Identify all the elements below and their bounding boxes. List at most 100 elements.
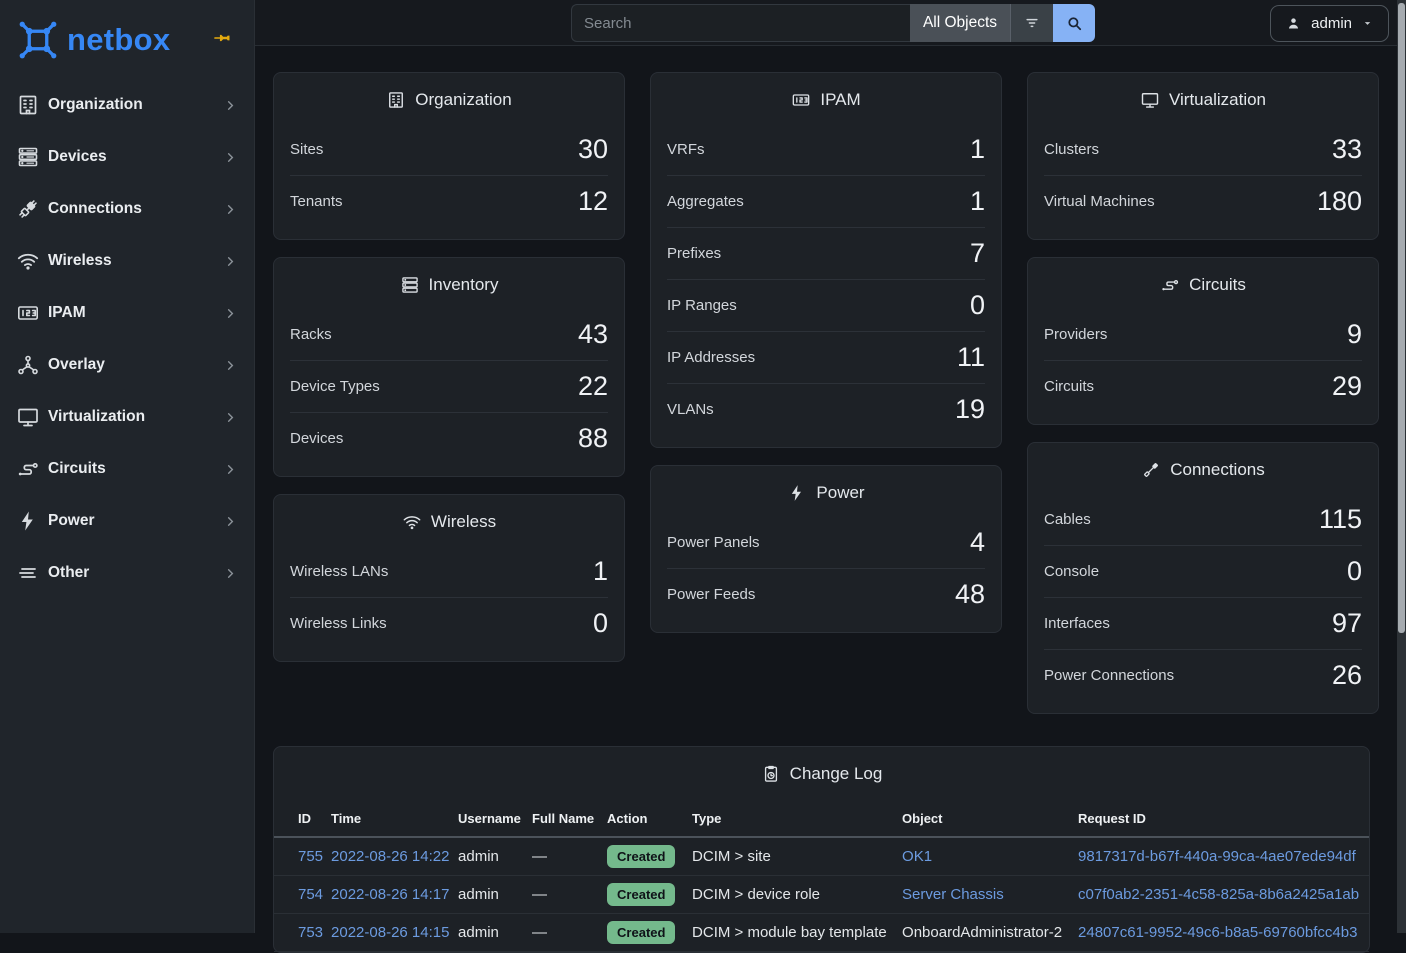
card-title: Circuits <box>1028 258 1378 308</box>
stat-count-link[interactable]: 0 <box>1347 556 1362 587</box>
column-header-id: ID <box>274 801 331 837</box>
stat-row: Devices 88 <box>290 412 608 464</box>
card-power: Power Power Panels 4 Power Feeds 48 <box>650 465 1002 633</box>
chevron-right-icon <box>223 358 238 373</box>
changelog-time-link[interactable]: 2022-08-26 14:17 <box>331 886 449 903</box>
changelog-type: DCIM > device role <box>692 875 902 913</box>
user-menu-label: admin <box>1311 15 1352 32</box>
table-header-row: ID Time Username Full Name Action Type O… <box>274 801 1369 837</box>
status-badge[interactable]: Created <box>607 921 675 944</box>
pin-sidebar-icon[interactable] <box>212 28 232 48</box>
clipboard-clock-icon <box>761 764 781 784</box>
table-row: 755 2022-08-26 14:22 admin — Created DCI… <box>274 837 1369 875</box>
stat-count-link[interactable]: 97 <box>1332 608 1362 639</box>
sidebar-item-devices[interactable]: Devices <box>0 131 254 183</box>
card-column-1: Organization Sites 30 Tenants 12 <box>273 72 625 662</box>
counter-icon <box>791 90 811 110</box>
stat-count-link[interactable]: 9 <box>1347 319 1362 350</box>
sidebar-item-label: Other <box>48 564 89 582</box>
sidebar-item-overlay[interactable]: Overlay <box>0 339 254 391</box>
sidebar-item-label: Circuits <box>48 460 106 478</box>
dashboard: Organization Sites 30 Tenants 12 <box>255 46 1397 953</box>
card-ipam: IPAM VRFs 1 Aggregates 1 Prefixes 7 IP R… <box>650 72 1002 448</box>
sidebar-item-other[interactable]: Other <box>0 547 254 599</box>
card-title: Organization <box>274 73 624 123</box>
lines-icon <box>16 561 40 585</box>
sidebar-item-ipam[interactable]: IPAM <box>0 287 254 339</box>
stat-count-link[interactable]: 29 <box>1332 371 1362 402</box>
stat-count-link[interactable]: 43 <box>578 319 608 350</box>
changelog-fullname: — <box>532 913 607 951</box>
changelog-id-link[interactable]: 755 <box>298 848 323 865</box>
filter-button[interactable] <box>1010 4 1053 42</box>
changelog-object-link[interactable]: OK1 <box>902 848 932 865</box>
chevron-right-icon <box>223 202 238 217</box>
stat-count-link[interactable]: 11 <box>957 342 985 373</box>
stat-row: Interfaces 97 <box>1044 597 1362 649</box>
card-title: Inventory <box>274 258 624 308</box>
sidebar-item-organization[interactable]: Organization <box>0 79 254 131</box>
stat-count-link[interactable]: 1 <box>970 134 985 165</box>
stat-count-link[interactable]: 115 <box>1319 504 1362 535</box>
sidebar-item-wireless[interactable]: Wireless <box>0 235 254 287</box>
stat-count-link[interactable]: 12 <box>578 186 608 217</box>
stat-row: Power Panels 4 <box>667 516 985 568</box>
status-badge[interactable]: Created <box>607 883 675 906</box>
stat-row: Virtual Machines 180 <box>1044 175 1362 227</box>
search-input[interactable] <box>571 4 910 42</box>
stat-row: Wireless LANs 1 <box>290 545 608 597</box>
changelog-request-link[interactable]: 9817317d-b67f-440a-99ca-4ae07ede94df <box>1078 848 1356 865</box>
stat-count-link[interactable]: 4 <box>970 527 985 558</box>
card-title: Wireless <box>274 495 624 545</box>
stat-row: Prefixes 7 <box>667 227 985 279</box>
changelog-object: OnboardAdministrator-2 <box>902 913 1078 951</box>
changelog-type: DCIM > site <box>692 837 902 875</box>
changelog-time-link[interactable]: 2022-08-26 14:15 <box>331 924 449 941</box>
changelog-username: admin <box>458 837 532 875</box>
changelog-request-link[interactable]: 24807c61-9952-49c6-b8a5-69760bfcc4b3 <box>1078 924 1357 941</box>
sidebar-item-connections[interactable]: Connections <box>0 183 254 235</box>
scrollbar-track[interactable] <box>1397 0 1406 933</box>
stat-row: VLANs 19 <box>667 383 985 435</box>
changelog-request-link[interactable]: c07f0ab2-2351-4c58-825a-8b6a2425a1ab <box>1078 886 1359 903</box>
stat-count-link[interactable]: 48 <box>955 579 985 610</box>
person-icon <box>1285 15 1302 32</box>
sidebar-item-circuits[interactable]: Circuits <box>0 443 254 495</box>
stat-row: Sites 30 <box>290 123 608 175</box>
status-badge[interactable]: Created <box>607 845 675 868</box>
netbox-logo-icon[interactable] <box>17 19 59 61</box>
changelog-id-link[interactable]: 754 <box>298 886 323 903</box>
user-menu-button[interactable]: admin <box>1270 5 1389 42</box>
stat-count-link[interactable]: 180 <box>1317 186 1362 217</box>
stat-count-link[interactable]: 0 <box>593 608 608 639</box>
stat-count-link[interactable]: 0 <box>970 290 985 321</box>
search-scope-button[interactable]: All Objects <box>910 4 1010 42</box>
brand-logo-text[interactable]: netbox <box>67 22 170 58</box>
sidebar-item-power[interactable]: Power <box>0 495 254 547</box>
scrollbar-thumb[interactable] <box>1398 3 1405 633</box>
sidebar-item-virtualization[interactable]: Virtualization <box>0 391 254 443</box>
filter-icon <box>1023 14 1041 32</box>
global-search: All Objects <box>571 4 1095 42</box>
stat-row: Providers 9 <box>1044 308 1362 360</box>
stat-count-link[interactable]: 30 <box>578 134 608 165</box>
changelog-object-link[interactable]: Server Chassis <box>902 886 1004 903</box>
chevron-right-icon <box>223 566 238 581</box>
stat-count-link[interactable]: 26 <box>1332 660 1362 691</box>
chevron-right-icon <box>223 462 238 477</box>
card-title: Change Log <box>274 747 1369 797</box>
stat-count-link[interactable]: 19 <box>955 394 985 425</box>
stat-row: Device Types 22 <box>290 360 608 412</box>
stat-count-link[interactable]: 1 <box>593 556 608 587</box>
stat-count-link[interactable]: 7 <box>970 238 985 269</box>
stat-count-link[interactable]: 88 <box>578 423 608 454</box>
search-submit-button[interactable] <box>1053 4 1095 42</box>
stat-count-link[interactable]: 22 <box>578 371 608 402</box>
changelog-id-link[interactable]: 753 <box>298 924 323 941</box>
card-title: Virtualization <box>1028 73 1378 123</box>
changelog-time-link[interactable]: 2022-08-26 14:22 <box>331 848 449 865</box>
stat-count-link[interactable]: 33 <box>1332 134 1362 165</box>
stat-count-link[interactable]: 1 <box>970 186 985 217</box>
sidebar-item-label: Overlay <box>48 356 105 374</box>
cable-icon <box>1141 460 1161 480</box>
